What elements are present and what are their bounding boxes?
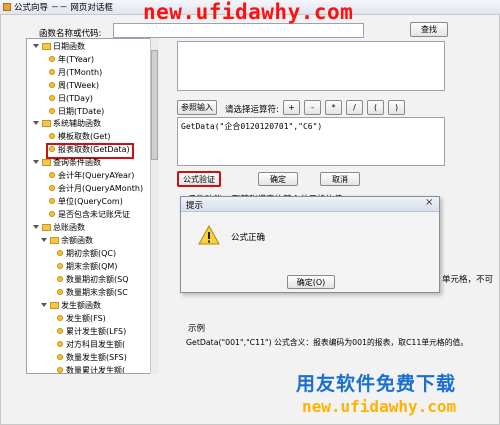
function-icon (57, 354, 63, 360)
folder-icon (50, 302, 59, 309)
function-icon (49, 108, 55, 114)
tree-item[interactable]: 月(TMonth) (49, 68, 102, 78)
operator-minus-button[interactable]: - (304, 100, 321, 115)
ref-input-button[interactable]: 参照输入 (177, 100, 217, 115)
watermark-bottom-url: new.ufidawhy.com (302, 397, 457, 416)
example-text: GetData("001","C11") 公式含义：报表编码为001的报表，取C… (186, 338, 469, 347)
tree-item[interactable]: 数量期初余额(SQ (57, 275, 129, 285)
function-icon (49, 198, 55, 204)
search-button[interactable]: 查找 (410, 22, 448, 37)
tree-item[interactable]: 模板取数(Get) (49, 132, 111, 142)
formula-text: GetData("企合0120120701","C6") (181, 122, 323, 131)
function-icon (49, 185, 55, 191)
tree-item[interactable]: 年(TYear) (49, 55, 94, 65)
search-input[interactable] (113, 23, 364, 38)
tree-scrollbar-thumb[interactable] (151, 50, 158, 160)
function-desc-tail: 单元格，不可 (442, 275, 494, 285)
function-icon (49, 56, 55, 62)
operator-rparen-button[interactable]: ) (388, 100, 405, 115)
function-icon (49, 82, 55, 88)
function-icon (57, 341, 63, 347)
operator-lparen-button[interactable]: ( (367, 100, 384, 115)
tree-item[interactable]: 会计月(QueryAMonth) (49, 184, 143, 194)
folder-icon (42, 224, 51, 231)
alert-title: 提示 (186, 201, 204, 211)
tree-item[interactable]: 期末余额(QM) (57, 262, 117, 272)
operator-label: 请选择运算符: (225, 105, 279, 115)
tree-item[interactable]: 是否包含未记账凭证 (49, 210, 130, 220)
function-icon (57, 367, 63, 373)
tree-item[interactable]: 单位(QueryCom) (49, 197, 123, 207)
tree-item[interactable]: 发生额(FS) (57, 314, 106, 324)
function-icon (49, 133, 55, 139)
function-icon (49, 69, 55, 75)
function-icon (57, 250, 63, 256)
app-icon (3, 3, 11, 11)
operator-plus-button[interactable]: + (283, 100, 300, 115)
function-icon (57, 328, 63, 334)
tree-group-balance[interactable]: 余额函数 (41, 236, 93, 246)
tree-item[interactable]: 会计年(QueryAYear) (49, 171, 134, 181)
tree-item[interactable]: 数量累计发生额( (57, 366, 125, 373)
tree-item[interactable]: 数量期末余额(SC (57, 288, 128, 298)
function-icon (49, 95, 55, 101)
folder-icon (42, 159, 51, 166)
tree-item[interactable]: 累计发生额(LFS) (57, 327, 126, 337)
function-icon (57, 276, 63, 282)
alert-titlebar: 提示 × (181, 197, 439, 212)
operator-multiply-button[interactable]: * (325, 100, 342, 115)
alert-ok-button[interactable]: 确定(O) (287, 275, 335, 289)
tree-group-date[interactable]: 日期函数 (33, 42, 85, 52)
watermark-bottom-cn: 用友软件免费下载 (296, 373, 457, 395)
verify-formula-button[interactable]: 公式验证 (177, 171, 221, 187)
expand-icon[interactable] (33, 121, 39, 125)
window-title: 公式向导 －－ 网页对话框 (14, 3, 113, 13)
expand-icon[interactable] (33, 160, 39, 164)
tree-group-amount[interactable]: 发生额函数 (41, 301, 101, 311)
expand-icon[interactable] (41, 238, 47, 242)
tree-item[interactable]: 日(TDay) (49, 94, 93, 104)
function-icon (49, 172, 55, 178)
folder-icon (42, 43, 51, 50)
folder-icon (50, 237, 59, 244)
example-heading: 示例 (188, 324, 206, 334)
watermark-top: new.ufidawhy.com (143, 0, 354, 24)
tree-group-system-helper[interactable]: 系统辅助函数 (33, 119, 101, 129)
cancel-button[interactable]: 取消 (320, 172, 360, 186)
tree-group-query[interactable]: 查询条件函数 (33, 158, 101, 168)
folder-icon (42, 120, 51, 127)
tree-group-general-ledger[interactable]: 总账函数 (33, 223, 85, 233)
function-icon (57, 315, 63, 321)
tree-item[interactable]: 日期(TDate) (49, 107, 104, 117)
function-icon (57, 263, 63, 269)
function-tree[interactable]: 日期函数 年(TYear) 月(TMonth) 周(TWeek) 日(TDay)… (26, 38, 159, 374)
tree-item[interactable]: 周(TWeek) (49, 81, 99, 91)
tree-item[interactable]: 对方科目发生额( (57, 340, 125, 350)
close-icon[interactable]: × (425, 197, 433, 208)
tree-item[interactable]: 数量发生额(SFS) (57, 353, 127, 363)
tree-item-getdata-selected[interactable]: 报表取数(GetData) (46, 143, 134, 159)
alert-dialog: 提示 × 公式正确 确定(O) (180, 196, 440, 293)
expand-icon[interactable] (41, 303, 47, 307)
function-icon (49, 146, 55, 152)
function-list-panel[interactable] (177, 41, 445, 91)
ok-button[interactable]: 确定 (258, 172, 298, 186)
alert-message: 公式正确 (231, 233, 266, 243)
function-icon (57, 289, 63, 295)
tree-item[interactable]: 期初余额(QC) (57, 249, 116, 259)
warning-icon (198, 225, 220, 245)
operator-divide-button[interactable]: / (346, 100, 363, 115)
expand-icon[interactable] (33, 225, 39, 229)
expand-icon[interactable] (33, 44, 39, 48)
function-icon (49, 211, 55, 217)
